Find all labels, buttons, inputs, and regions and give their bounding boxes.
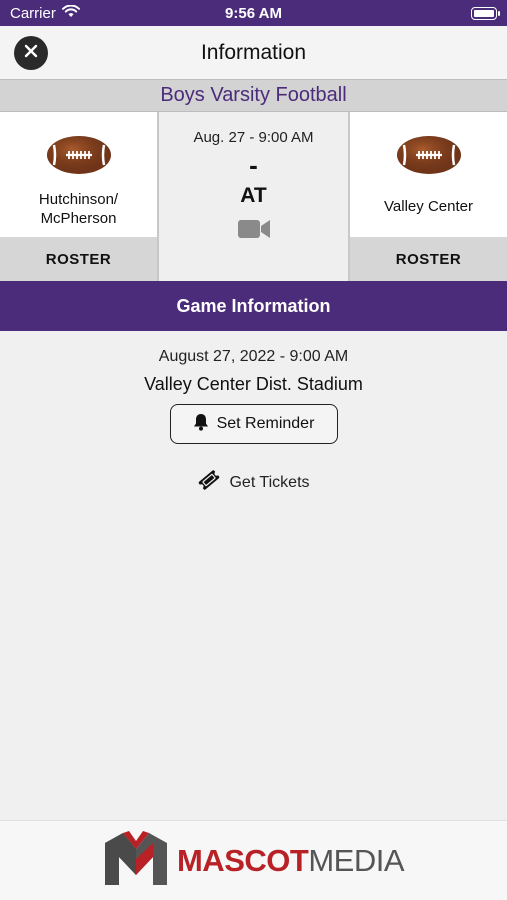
matchup-panel: Hutchinson/ McPherson ROSTER Aug. 27 - 9… <box>0 112 507 281</box>
status-left: Carrier <box>10 4 80 22</box>
footer-brand: MASCOTMEDIA <box>0 820 507 900</box>
close-button[interactable] <box>14 36 48 70</box>
game-information-body: August 27, 2022 - 9:00 AM Valley Center … <box>0 331 507 497</box>
set-reminder-button[interactable]: Set Reminder <box>169 404 338 444</box>
game-datetime: Aug. 27 - 9:00 AM <box>193 129 314 146</box>
sport-banner: Boys Varsity Football <box>0 79 507 112</box>
nav-header: Information <box>0 26 507 79</box>
mascot-media-logo <box>103 829 169 892</box>
battery-icon <box>471 6 500 20</box>
bell-icon <box>193 413 209 436</box>
away-roster-button[interactable]: ROSTER <box>350 237 507 281</box>
brand-media-text: MEDIA <box>308 842 404 878</box>
page-title: Information <box>200 40 307 64</box>
brand-wordmark: MASCOTMEDIA <box>176 842 405 879</box>
status-bar: Carrier 9:56 AM <box>0 0 507 26</box>
score-separator: - <box>249 150 258 180</box>
close-icon <box>24 44 38 63</box>
carrier-label: Carrier <box>10 4 56 22</box>
get-tickets-link[interactable]: Get Tickets <box>197 468 310 497</box>
game-venue: Valley Center Dist. Stadium <box>144 374 363 394</box>
get-tickets-label: Get Tickets <box>229 473 310 491</box>
brand-mascot-text: MASCOT <box>176 842 309 878</box>
away-team-name: Valley Center <box>384 198 473 215</box>
wifi-icon <box>61 4 80 22</box>
football-icon <box>396 136 461 174</box>
ticket-icon <box>197 468 221 497</box>
home-roster-button[interactable]: ROSTER <box>0 237 157 281</box>
football-icon <box>46 136 111 174</box>
game-full-date: August 27, 2022 - 9:00 AM <box>158 348 349 365</box>
away-team-column: Valley Center ROSTER <box>350 112 507 281</box>
at-label: AT <box>240 184 267 207</box>
home-team-name: Hutchinson/ McPherson <box>38 191 119 227</box>
home-team-column: Hutchinson/ McPherson ROSTER <box>0 112 157 281</box>
video-camera-icon[interactable] <box>237 218 271 245</box>
set-reminder-label: Set Reminder <box>216 415 315 432</box>
away-team-info[interactable]: Valley Center <box>350 112 507 237</box>
game-summary: Aug. 27 - 9:00 AM - AT <box>157 112 350 281</box>
game-information-header: Game Information <box>0 281 507 331</box>
home-team-info[interactable]: Hutchinson/ McPherson <box>0 112 157 237</box>
